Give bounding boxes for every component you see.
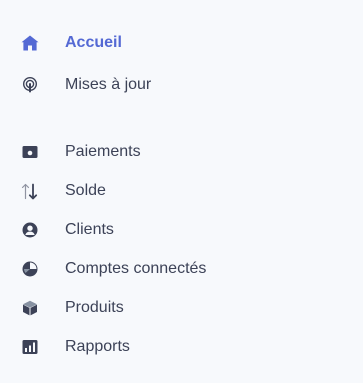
box-icon [20, 298, 40, 318]
sidebar-nav: Accueil Mises à jour Paiements Solde Cli… [0, 0, 363, 383]
transfer-arrows-icon [20, 181, 40, 201]
user-circle-icon [20, 220, 40, 240]
wallet-icon [20, 142, 40, 162]
sidebar-item-mises-a-jour[interactable]: Mises à jour [20, 72, 320, 98]
connected-accounts-icon [20, 259, 40, 279]
home-icon [20, 33, 40, 53]
sidebar-item-label: Paiements [65, 143, 141, 160]
sidebar-item-label: Produits [65, 299, 124, 316]
reports-icon [20, 337, 40, 357]
sidebar-item-paiements[interactable]: Paiements [20, 139, 320, 165]
sidebar-item-rapports[interactable]: Rapports [20, 334, 320, 360]
sidebar-item-accueil[interactable]: Accueil [20, 30, 320, 56]
sidebar-item-produits[interactable]: Produits [20, 295, 320, 321]
sidebar-item-label: Clients [65, 221, 114, 238]
sidebar-item-clients[interactable]: Clients [20, 217, 320, 243]
sidebar-item-label: Comptes connectés [65, 260, 207, 277]
sidebar-item-comptes-connectes[interactable]: Comptes connectés [20, 256, 320, 282]
sidebar-item-label: Solde [65, 182, 106, 199]
sidebar-item-label: Mises à jour [65, 76, 152, 93]
sidebar-item-label: Rapports [65, 338, 130, 355]
broadcast-icon [20, 75, 40, 95]
sidebar-item-solde[interactable]: Solde [20, 178, 320, 204]
sidebar-item-label: Accueil [65, 34, 122, 51]
